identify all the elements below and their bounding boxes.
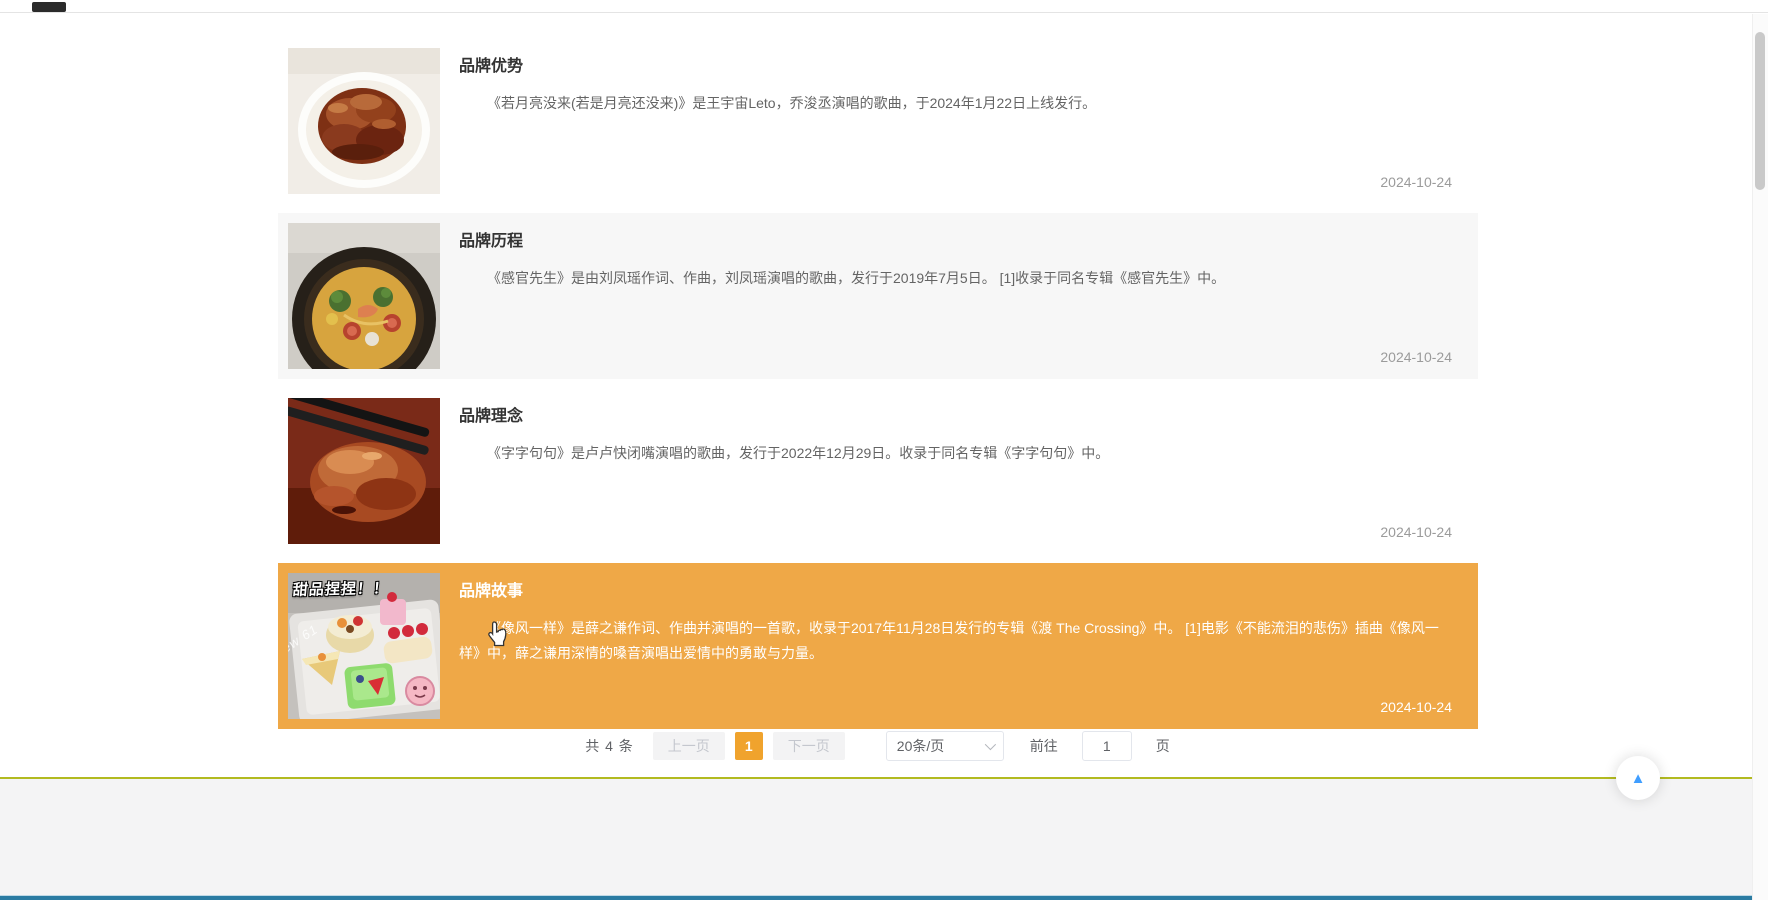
news-row-brand-history[interactable]: 品牌历程 《感官先生》是由刘凤瑶作词、作曲，刘凤瑶演唱的歌曲，发行于2019年7… <box>278 213 1478 379</box>
news-date: 2024-10-24 <box>1380 349 1452 365</box>
page-size-label: 20条/页 <box>896 738 945 754</box>
roast-duck-photo <box>288 398 440 544</box>
news-summary: 《字字句句》是卢卢快闭嘴演唱的歌曲，发行于2022年12月29日。收录于同名专辑… <box>487 445 1110 461</box>
goto-label: 前往 <box>1029 738 1058 754</box>
news-info: 品牌理念 《字字句句》是卢卢快闭嘴演唱的歌曲，发行于2022年12月29日。收录… <box>440 398 1468 544</box>
pagination-total: 共 4 条 <box>585 738 634 754</box>
page-number-1[interactable]: 1 <box>734 732 763 760</box>
news-date: 2024-10-24 <box>1380 174 1452 190</box>
news-title: 品牌优势 <box>459 58 524 75</box>
news-summary: 《像风一样》是薛之谦作词、作曲并演唱的一首歌，收录于2017年11月28日发行的… <box>459 620 1439 661</box>
news-title: 品牌故事 <box>459 583 524 600</box>
dessert-caption: 甜品捏捏！！ <box>292 580 390 599</box>
news-info: 品牌历程 《感官先生》是由刘凤瑶作词、作曲，刘凤瑶演唱的歌曲，发行于2019年7… <box>440 223 1468 369</box>
chevron-down-icon <box>984 738 996 751</box>
news-date: 2024-10-24 <box>1380 699 1452 715</box>
noodle-soup-photo <box>288 223 440 369</box>
roast-duck-illustration <box>288 398 440 544</box>
noodle-soup-illustration <box>288 223 440 369</box>
caret-up-icon: ▲ <box>1630 769 1646 787</box>
back-to-top-button[interactable]: ▲ <box>1616 756 1660 800</box>
top-strip <box>0 0 1768 13</box>
news-list: 品牌优势 《若月亮没来(若是月亮还没来)》是王宇宙Leto，乔浚丞演唱的歌曲，于… <box>278 38 1478 738</box>
goto-unit-label: 页 <box>1155 738 1171 754</box>
footer-area <box>0 779 1752 896</box>
news-summary: 《若月亮没来(若是月亮还没来)》是王宇宙Leto，乔浚丞演唱的歌曲，于2024年… <box>487 95 1097 111</box>
scrollbar-thumb[interactable] <box>1755 32 1765 190</box>
braised-pork-illustration <box>288 48 440 194</box>
news-info: 品牌故事 《像风一样》是薛之谦作词、作曲并演唱的一首歌，收录于2017年11月2… <box>440 573 1468 719</box>
news-row-brand-advantage[interactable]: 品牌优势 《若月亮没来(若是月亮还没来)》是王宇宙Leto，乔浚丞演唱的歌曲，于… <box>278 38 1478 204</box>
news-title: 品牌历程 <box>459 233 524 250</box>
goto-page-input[interactable] <box>1081 731 1132 761</box>
bottom-bar <box>0 896 1768 900</box>
news-title: 品牌理念 <box>459 408 524 425</box>
prev-page-button[interactable]: 上一页 <box>652 732 725 760</box>
dark-artifact <box>32 2 66 12</box>
page-scrollbar[interactable] <box>1752 14 1768 900</box>
braised-pork-photo <box>288 48 440 194</box>
news-summary: 《感官先生》是由刘凤瑶作词、作曲，刘凤瑶演唱的歌曲，发行于2019年7月5日。 … <box>487 270 1226 286</box>
pagination: 共 4 条 上一页 1 下一页 20条/页 前往 页 <box>278 731 1478 761</box>
news-row-brand-philosophy[interactable]: 品牌理念 《字字句句》是卢卢快闭嘴演唱的歌曲，发行于2022年12月29日。收录… <box>278 388 1478 554</box>
news-row-brand-story[interactable]: 甜品捏捏！！ ew 61 品牌故事 《像风一样》是薛之谦作词、作曲并演唱的一首歌… <box>278 563 1478 729</box>
next-page-button[interactable]: 下一页 <box>772 732 845 760</box>
dessert-tray-photo: 甜品捏捏！！ ew 61 <box>288 573 440 719</box>
news-info: 品牌优势 《若月亮没来(若是月亮还没来)》是王宇宙Leto，乔浚丞演唱的歌曲，于… <box>440 48 1468 194</box>
page-size-select[interactable]: 20条/页 <box>885 731 1004 761</box>
news-date: 2024-10-24 <box>1380 524 1452 540</box>
